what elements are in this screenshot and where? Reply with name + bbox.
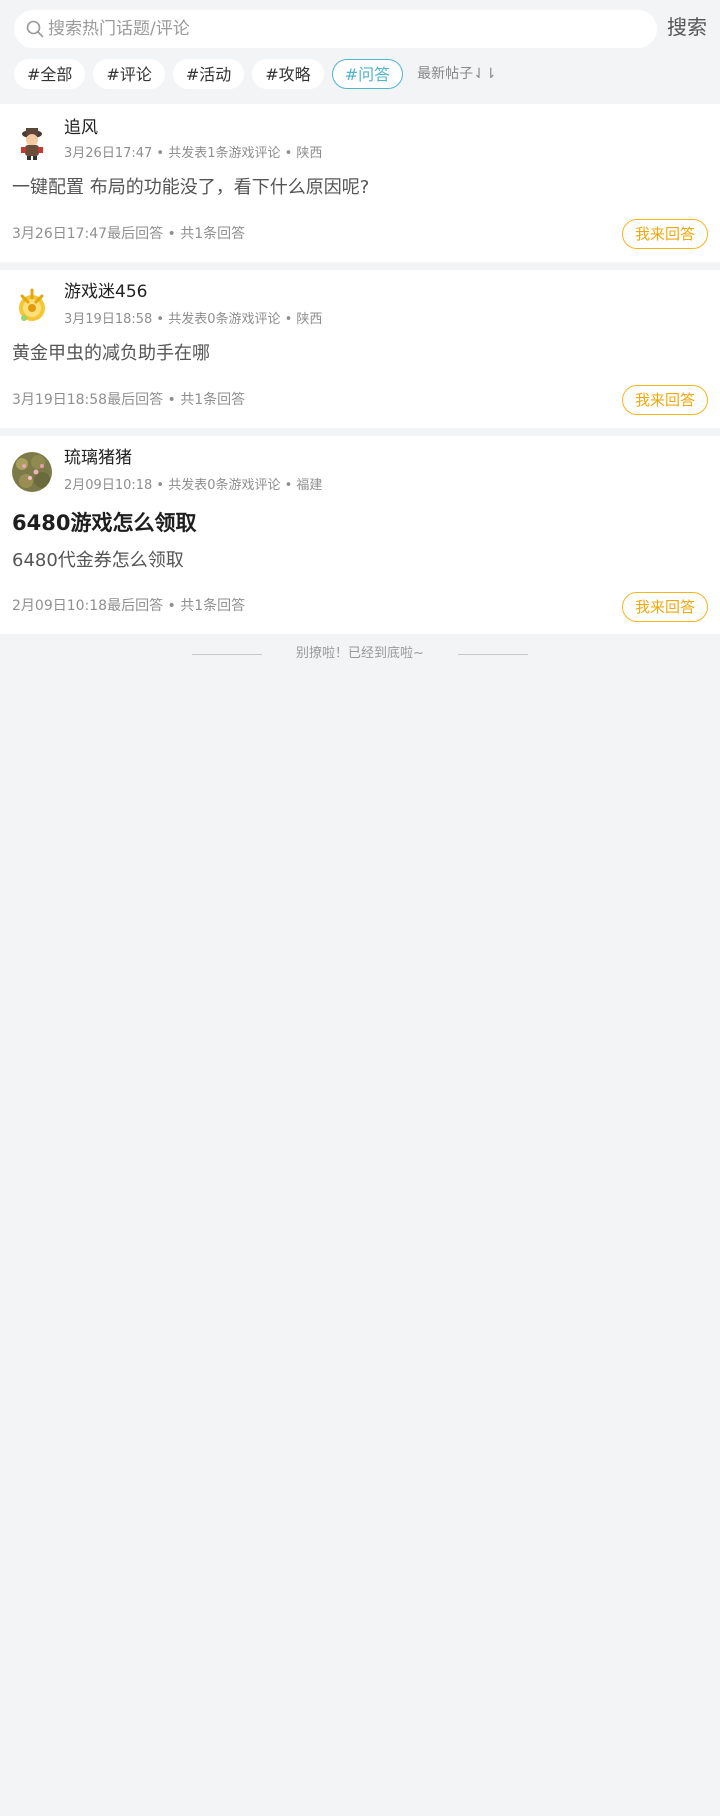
sort-latest-posts[interactable]: 最新帖子⇃⇂ — [417, 59, 496, 89]
answer-button[interactable]: 我来回答 — [622, 385, 708, 415]
tag-events[interactable]: #活动 — [172, 59, 245, 89]
tag-all[interactable]: #全部 — [14, 59, 86, 89]
post-footer-info: 3月19日18:58最后回答 • 共1条回答 — [12, 392, 246, 408]
flowers-avatar-icon[interactable] — [12, 452, 52, 492]
post-footer-info: 3月26日17:47最后回答 • 共1条回答 — [12, 226, 246, 242]
post-card[interactable]: 琉璃猪猪 2月09日10:18 • 共发表0条游戏评论 • 福建 6480游戏怎… — [0, 436, 720, 634]
post-content[interactable]: 6480代金券怎么领取 — [12, 549, 184, 573]
answer-button[interactable]: 我来回答 — [622, 219, 708, 249]
answer-button[interactable]: 我来回答 — [622, 592, 708, 622]
search-icon — [26, 20, 44, 38]
gold-emblem-avatar-icon[interactable] — [12, 286, 52, 326]
username[interactable]: 游戏迷456 — [64, 282, 147, 302]
post-footer-info: 2月09日10:18最后回答 • 共1条回答 — [12, 598, 246, 614]
tag-reviews[interactable]: #评论 — [93, 59, 165, 89]
post-content[interactable]: 一键配置 布局的功能没了，看下什么原因呢? — [12, 176, 369, 200]
search-input[interactable]: 搜索热门话题/评论 — [14, 10, 657, 48]
tag-qa[interactable]: #问答 — [331, 59, 404, 89]
tag-guides[interactable]: #攻略 — [252, 59, 324, 89]
post-title[interactable]: 6480游戏怎么领取 — [12, 510, 196, 536]
post-card[interactable]: 游戏迷456 3月19日18:58 • 共发表0条游戏评论 • 陕西 黄金甲虫的… — [0, 270, 720, 428]
username[interactable]: 琉璃猪猪 — [64, 448, 132, 468]
search-button[interactable]: 搜索 — [667, 15, 707, 39]
tag-filter-bar: #全部 #评论 #活动 #攻略 #问答 最新帖子⇃⇂ — [14, 59, 497, 89]
search-placeholder: 搜索热门话题/评论 — [48, 19, 190, 39]
end-divider-right — [458, 654, 528, 655]
post-content[interactable]: 黄金甲虫的减负助手在哪 — [12, 342, 210, 366]
post-meta: 2月09日10:18 • 共发表0条游戏评论 • 福建 — [64, 478, 323, 493]
end-of-list-text: 别撩啦！已经到底啦~ — [296, 646, 424, 661]
top-bar: 搜索热门话题/评论 搜索 #全部 #评论 #活动 #攻略 #问答 最新帖子⇃⇂ — [0, 0, 720, 104]
post-meta: 3月19日18:58 • 共发表0条游戏评论 • 陕西 — [64, 312, 323, 327]
character-avatar-icon[interactable] — [12, 122, 52, 162]
username[interactable]: 追风 — [64, 118, 98, 138]
end-divider-left — [192, 654, 262, 655]
post-meta: 3月26日17:47 • 共发表1条游戏评论 • 陕西 — [64, 146, 323, 161]
post-card[interactable]: 追风 3月26日17:47 • 共发表1条游戏评论 • 陕西 一键配置 布局的功… — [0, 104, 720, 262]
